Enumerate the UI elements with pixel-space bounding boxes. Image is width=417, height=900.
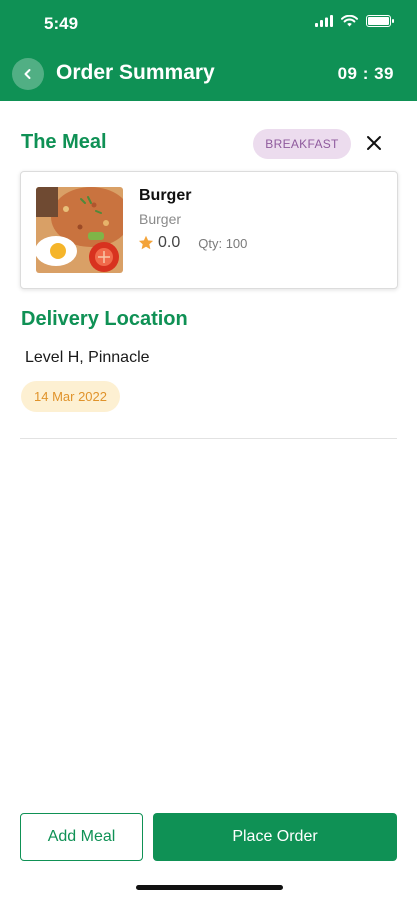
wifi-icon — [341, 15, 358, 27]
close-button[interactable] — [362, 131, 386, 155]
page-title: Order Summary — [56, 61, 215, 84]
rating-row: 0.0 Qty: 100 — [138, 234, 247, 252]
meal-name: Burger — [139, 187, 192, 204]
countdown-timer: 09 : 39 — [337, 64, 394, 83]
back-button[interactable] — [12, 58, 44, 90]
status-time: 5:49 — [44, 14, 79, 33]
divider — [20, 438, 397, 439]
quantity-label: Qty: 100 — [198, 235, 248, 251]
status-icons — [315, 15, 394, 27]
app-header: 5:49 Order Summary 09 : 39 — [0, 0, 417, 101]
delivery-location: Level H, Pinnacle — [25, 349, 150, 366]
meal-type-badge: BREAKFAST — [253, 129, 351, 159]
battery-icon — [366, 15, 394, 27]
chevron-left-icon — [24, 69, 31, 79]
star-icon — [138, 235, 154, 250]
delivery-section-title: Delivery Location — [21, 308, 188, 330]
home-indicator — [136, 885, 283, 890]
place-order-button[interactable]: Place Order — [153, 813, 397, 861]
meal-section-title: The Meal — [21, 131, 107, 153]
close-icon — [367, 136, 381, 150]
meal-subtitle: Burger — [139, 211, 182, 227]
meal-image — [36, 187, 123, 273]
rating-value: 0.0 — [158, 234, 181, 251]
delivery-date-pill: 14 Mar 2022 — [21, 381, 120, 412]
meal-card[interactable]: Burger Burger 0.0 Qty: 100 — [20, 171, 398, 289]
signal-icon — [315, 15, 333, 27]
add-meal-button[interactable]: Add Meal — [20, 813, 143, 861]
